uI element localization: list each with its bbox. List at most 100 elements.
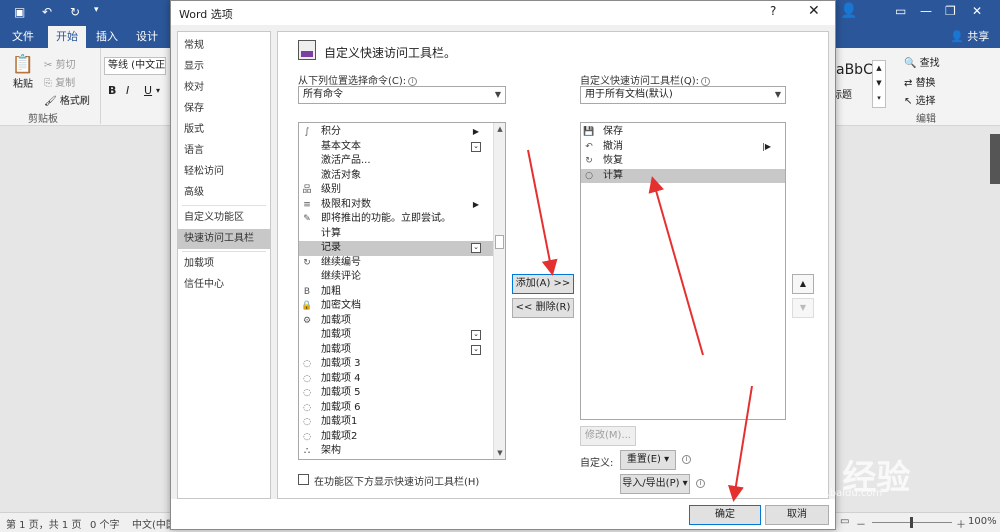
nav-item-save[interactable]: 保存: [178, 99, 270, 119]
commands-scrollbar[interactable]: ▲ ▼: [493, 123, 505, 459]
list-item[interactable]: 品级别: [299, 183, 493, 198]
show-below-ribbon-checkbox[interactable]: [298, 474, 309, 485]
list-item[interactable]: ◌ 加载项2: [299, 430, 493, 445]
nav-item-customize-ribbon[interactable]: 自定义功能区: [178, 208, 270, 228]
list-item[interactable]: ◌ 加载项 6: [299, 401, 493, 416]
list-item[interactable]: ◌ 加载项 3: [299, 357, 493, 372]
list-item[interactable]: ◌ 加载项1: [299, 415, 493, 430]
style-preview[interactable]: aBbC: [836, 62, 873, 78]
zoom-slider-thumb[interactable]: [910, 517, 913, 528]
list-item[interactable]: ↻ 继续编号: [299, 256, 493, 271]
find-button[interactable]: 🔍 查找: [904, 54, 940, 69]
list-item[interactable]: 🔒 加密文档: [299, 299, 493, 314]
list-item[interactable]: ⛬ 架构: [299, 444, 493, 459]
modify-button[interactable]: 修改(M)...: [580, 426, 636, 446]
toolbar-items-list[interactable]: 💾 保存 ↶ 撤消 |▶ ↻ 恢复 ○ 计算: [580, 122, 786, 420]
remove-button[interactable]: << 删除(R): [512, 298, 574, 318]
replace-button[interactable]: ⇄ 替换: [904, 74, 936, 89]
nav-item-general[interactable]: 常规: [178, 36, 270, 56]
list-item-label: 即将推出的功能。立即尝试。: [321, 213, 451, 224]
tab-home[interactable]: 开始: [48, 26, 86, 48]
copy-button[interactable]: ⎘ 复制: [44, 74, 75, 89]
import-export-button[interactable]: 导入/导出(P) ▾: [620, 474, 690, 494]
underline-dropdown-icon[interactable]: ▾: [156, 86, 160, 95]
page-count: 第 1 页，共 1 页: [6, 520, 82, 531]
list-item[interactable]: 激活产品...: [299, 154, 493, 169]
nav-item-display[interactable]: 显示: [178, 57, 270, 77]
command-icon: ↶: [585, 141, 593, 152]
list-item[interactable]: 加载项 ⌄: [299, 328, 493, 343]
qat-dropdown-icon[interactable]: ▾: [94, 5, 99, 15]
nav-item-add-ins[interactable]: 加载项: [178, 254, 270, 274]
cut-button[interactable]: ✂ 剪切: [44, 56, 76, 71]
list-item[interactable]: ○ 计算: [581, 168, 785, 183]
zoom-out-icon[interactable]: －: [856, 516, 866, 531]
zoom-level[interactable]: 100%: [968, 516, 997, 527]
paste-button[interactable]: 📋 粘贴: [8, 54, 38, 94]
tab-insert[interactable]: 插入: [88, 26, 126, 48]
tab-design[interactable]: 设计: [128, 26, 166, 48]
list-item-label: 加载项: [321, 329, 351, 340]
nav-item-proofing[interactable]: 校对: [178, 78, 270, 98]
list-item[interactable]: B 加粗: [299, 285, 493, 300]
scroll-down-icon[interactable]: ▼: [494, 447, 505, 459]
reset-button[interactable]: 重置(E) ▾: [620, 450, 676, 470]
account-icon[interactable]: 👤: [840, 3, 857, 19]
minimize-icon[interactable]: —: [920, 4, 932, 18]
ribbon-display-icon[interactable]: ▭: [895, 4, 906, 18]
scrollbar-thumb[interactable]: [495, 235, 504, 249]
dialog-close-icon[interactable]: ✕: [808, 3, 820, 19]
styles-scroller[interactable]: ▲ ▼ ▾: [872, 60, 886, 108]
nav-item-advanced[interactable]: 高级: [178, 183, 270, 203]
list-item[interactable]: 加载项 ⌄: [299, 343, 493, 358]
list-item[interactable]: ◌ 加载项 4: [299, 372, 493, 387]
command-icon: ↻: [585, 156, 593, 166]
ok-button[interactable]: 确定: [689, 505, 761, 525]
close-icon[interactable]: ✕: [972, 4, 982, 18]
nav-item-typography[interactable]: 版式: [178, 120, 270, 140]
nav-item-quick-access-toolbar[interactable]: 快速访问工具栏: [178, 229, 270, 249]
list-item[interactable]: ∫ 积分 ▶: [299, 125, 493, 140]
command-icon: ◌: [303, 359, 311, 369]
nav-item-trust-center[interactable]: 信任中心: [178, 275, 270, 295]
submenu-arrow-icon: ▶: [472, 127, 479, 136]
tab-file[interactable]: 文件: [4, 26, 42, 48]
zoom-in-icon[interactable]: ＋: [956, 516, 966, 531]
read-mode-icon[interactable]: ▭: [840, 516, 849, 527]
list-item[interactable]: 💾 保存: [581, 125, 785, 140]
list-item[interactable]: ≡ 极限和对数 ▶: [299, 198, 493, 213]
list-item[interactable]: 基本文本 ⌄: [299, 140, 493, 155]
nav-item-language[interactable]: 语言: [178, 141, 270, 161]
italic-icon[interactable]: I: [126, 84, 129, 97]
add-button[interactable]: 添加(A) >>: [512, 274, 574, 294]
move-up-button[interactable]: ▲: [792, 274, 814, 294]
list-item[interactable]: ↻ 恢复: [581, 154, 785, 169]
restore-icon[interactable]: ❐: [945, 4, 956, 18]
list-item[interactable]: 记录 ⌄: [299, 241, 493, 256]
commands-list[interactable]: ▲ ▼ ∫ 积分 ▶ 基本文本 ⌄ 激活产品... 激活对象品级别 ≡ 极限和对数 ▶ ✎ 即将推出的…: [298, 122, 506, 460]
redo-icon[interactable]: ↻: [70, 5, 80, 19]
cancel-button[interactable]: 取消: [765, 505, 829, 525]
list-item[interactable]: ↶ 撤消 |▶: [581, 140, 785, 155]
save-icon[interactable]: ▣: [14, 5, 25, 19]
scrollbar-thumb[interactable]: [990, 134, 1000, 184]
font-name-box[interactable]: 等线 (中文正文: [104, 57, 166, 75]
format-painter-button[interactable]: 🖌 格式刷: [44, 92, 90, 107]
list-item[interactable]: ⚙ 加载项: [299, 314, 493, 329]
scroll-up-icon[interactable]: ▲: [494, 123, 505, 135]
select-button[interactable]: ↖ 选择: [904, 92, 936, 107]
list-item[interactable]: 计算: [299, 227, 493, 242]
list-item[interactable]: 激活对象: [299, 169, 493, 184]
choose-commands-select[interactable]: 所有命令 ▼: [298, 86, 506, 104]
share-button[interactable]: 👤 共享: [942, 26, 997, 48]
undo-icon[interactable]: ↶: [42, 5, 52, 19]
list-item[interactable]: ✎ 即将推出的功能。立即尝试。: [299, 212, 493, 227]
bold-icon[interactable]: B: [108, 84, 116, 97]
move-down-button[interactable]: ▼: [792, 298, 814, 318]
list-item[interactable]: 继续评论: [299, 270, 493, 285]
customize-toolbar-select[interactable]: 用于所有文档(默认) ▼: [580, 86, 786, 104]
underline-icon[interactable]: U: [144, 84, 152, 97]
help-icon[interactable]: ?: [770, 4, 776, 18]
list-item[interactable]: ◌ 加载项 5: [299, 386, 493, 401]
nav-item-accessibility[interactable]: 轻松访问: [178, 162, 270, 182]
